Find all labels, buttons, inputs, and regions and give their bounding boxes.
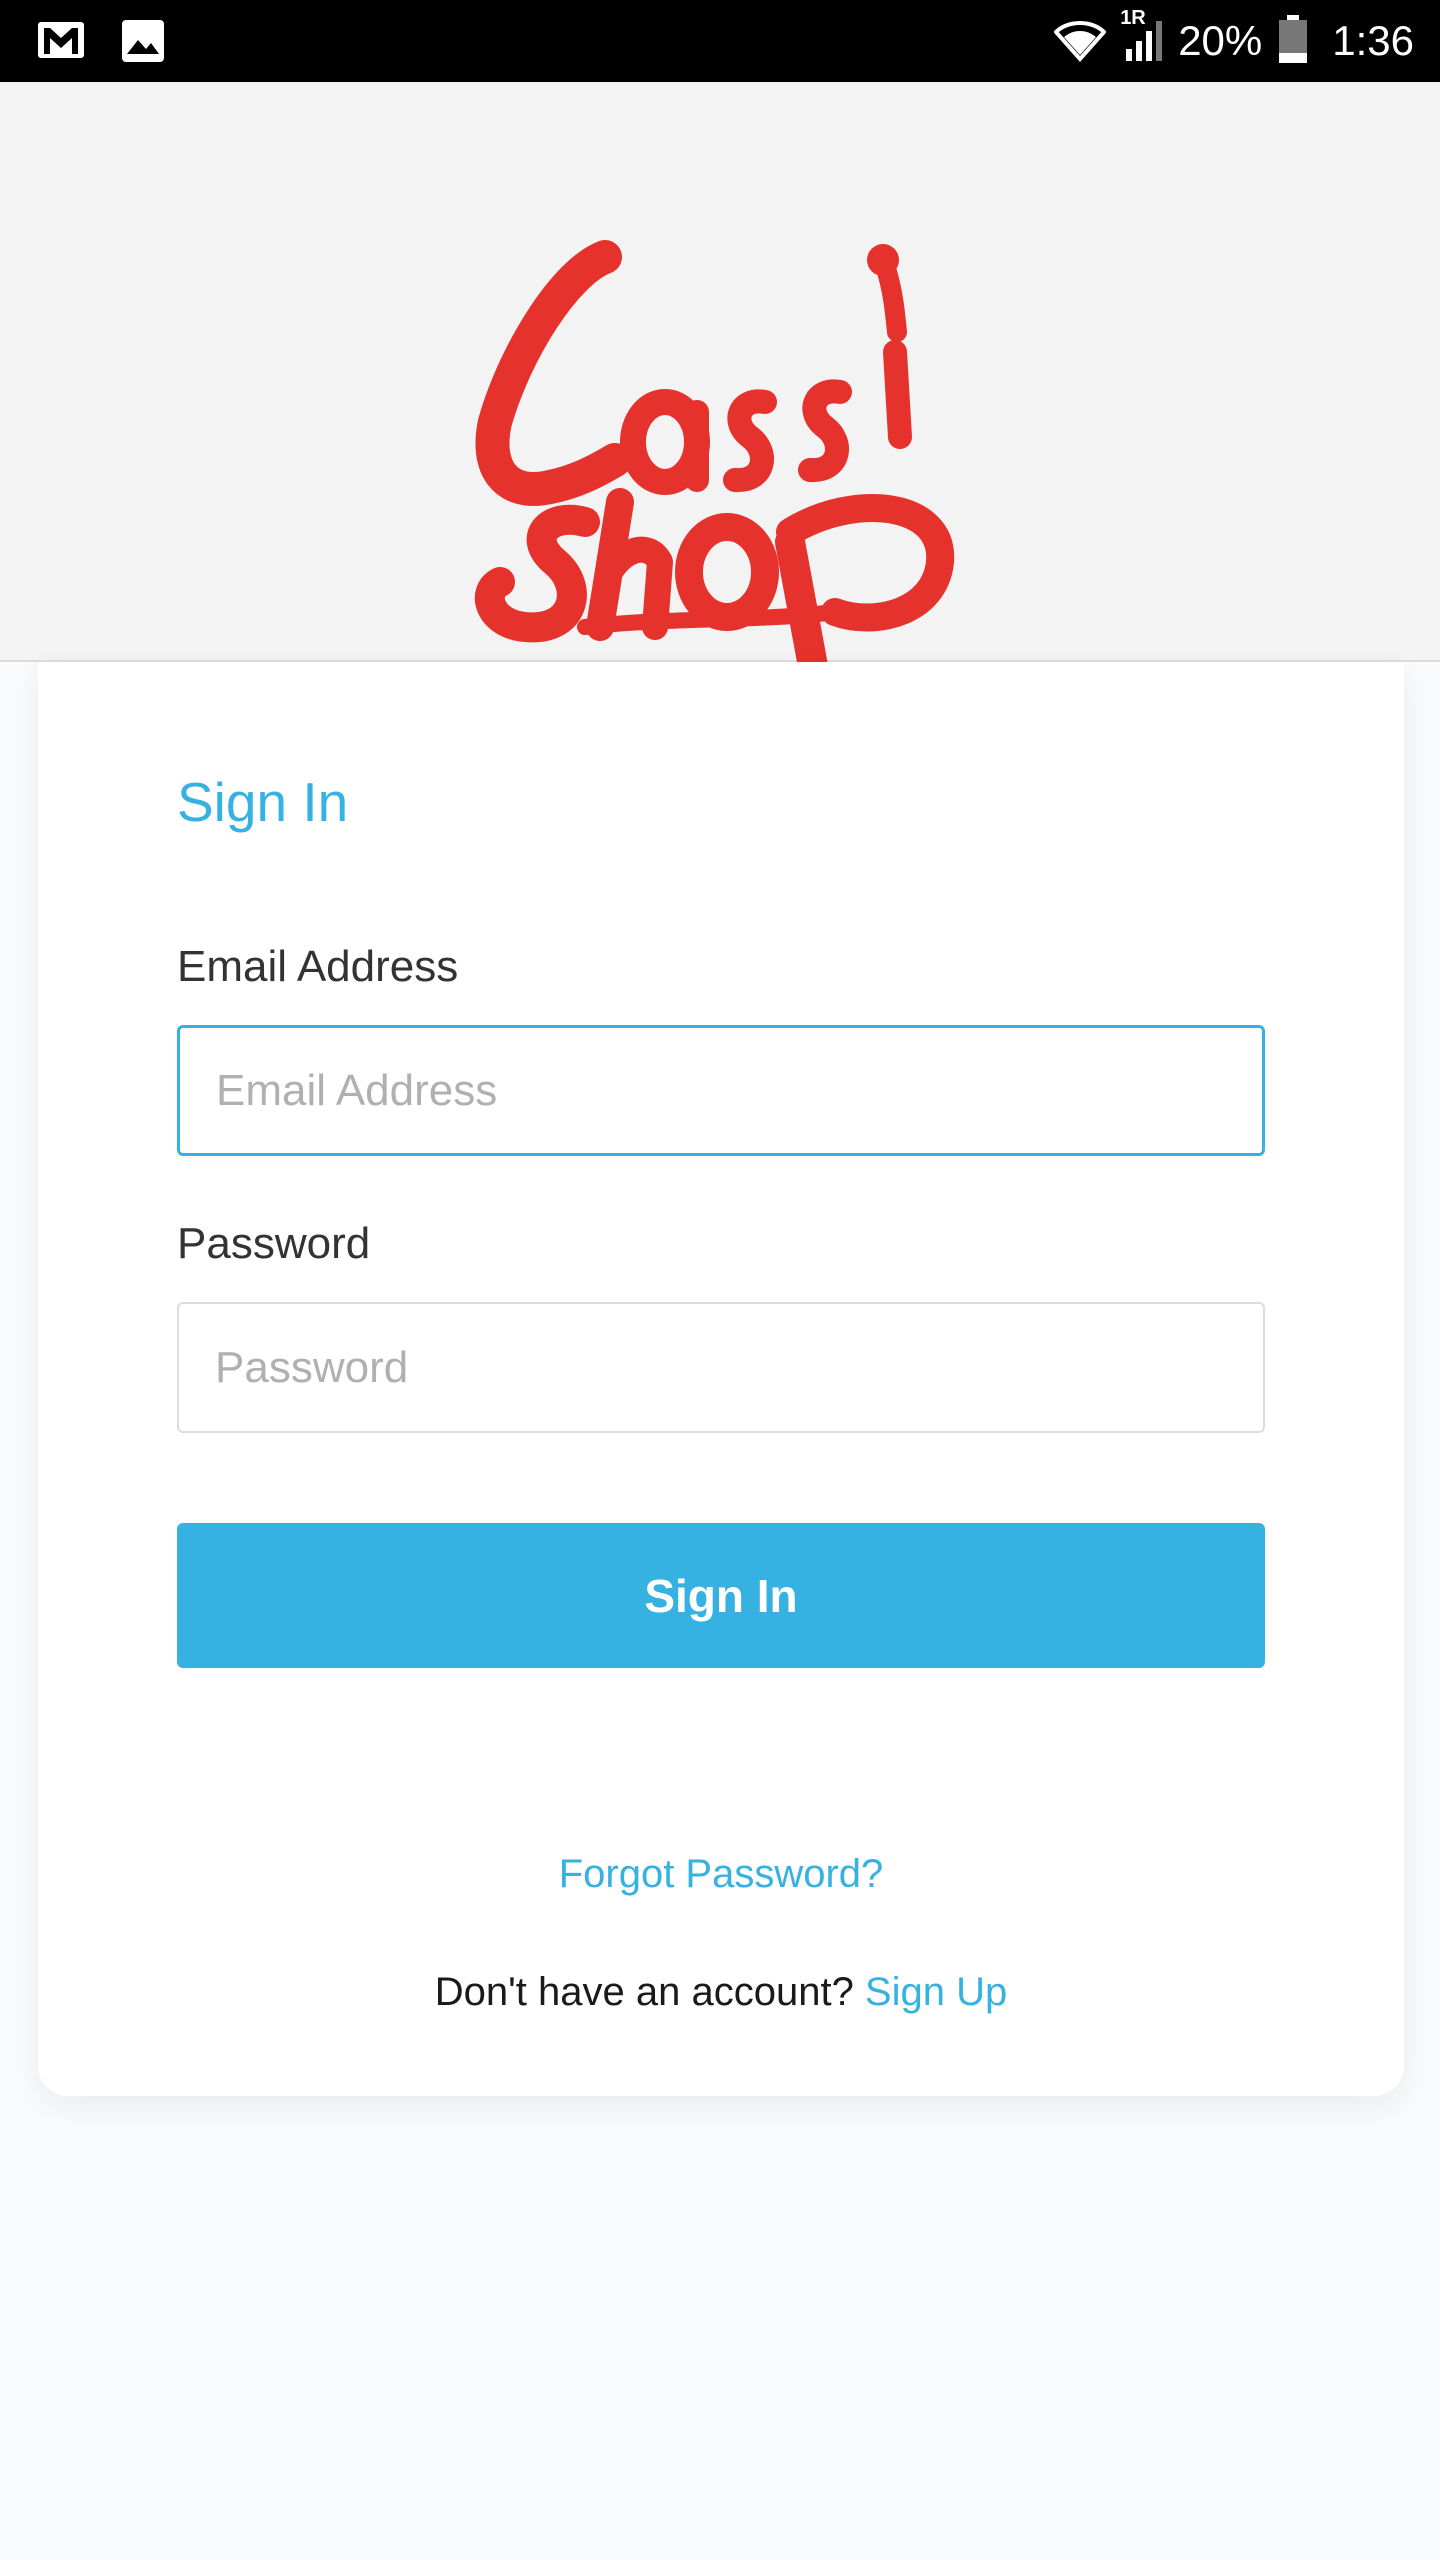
password-label: Password [177,1219,371,1268]
battery-percent: 20% [1178,17,1263,64]
email-label: Email Address [177,942,459,991]
signal-icon: 1R [1120,7,1164,70]
sign-in-card: Sign In Email Address Password Sign In F… [38,662,1404,2096]
signup-prompt: Don't have an account? Sign Up [38,1970,1404,2015]
email-field[interactable] [177,1025,1265,1156]
logo-header [0,82,1440,692]
password-field[interactable] [177,1302,1265,1433]
signup-prompt-text: Don't have an account? [434,1970,865,2014]
page-title: Sign In [177,771,349,833]
image-icon [118,16,168,71]
wifi-icon [1053,13,1107,70]
forgot-password-link[interactable]: Forgot Password? [38,1852,1404,1897]
gmail-icon [36,16,86,71]
lassi-shop-logo [474,240,955,692]
battery-icon [1276,13,1310,70]
clock: 1:36 [1332,17,1414,64]
status-bar: 1R 20% 1:36 [0,0,1440,82]
sign-in-button[interactable]: Sign In [177,1523,1265,1668]
sign-up-link[interactable]: Sign Up [865,1970,1007,2014]
